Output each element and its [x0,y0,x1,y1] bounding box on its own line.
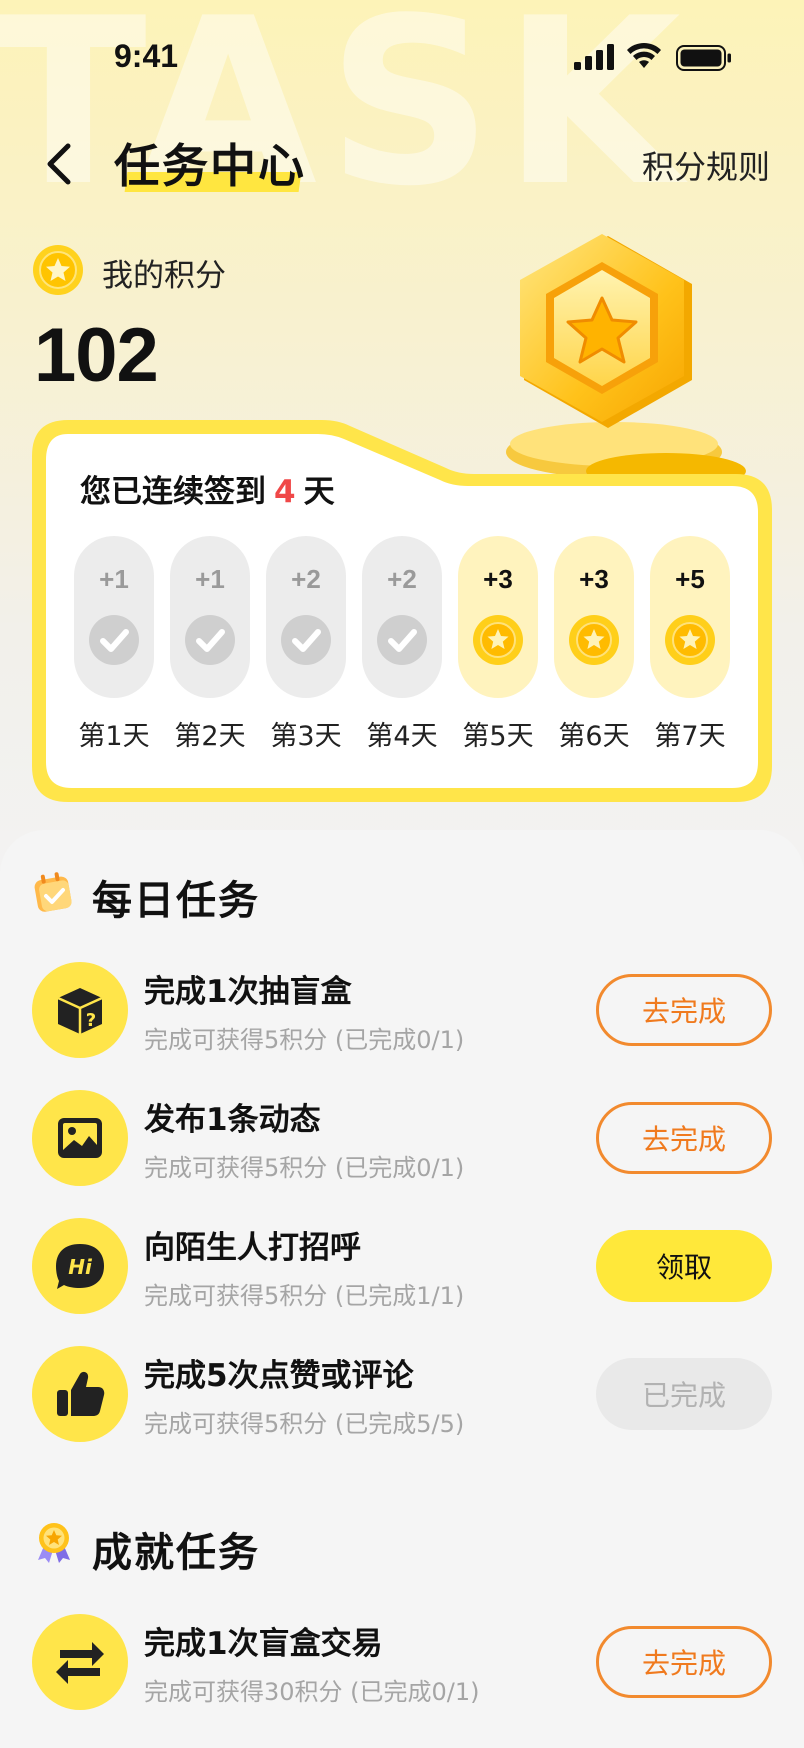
battery-icon [676,45,731,71]
task-item: Hi 向陌生人打招呼 完成可获得5积分 (已完成1/1) 领取 [32,1218,772,1318]
task-name: 向陌生人打招呼 [144,1230,361,1266]
status-time: 9:41 [114,38,179,74]
day-points: +2 [291,564,321,594]
day-points: +3 [579,564,609,594]
task-desc: 完成可获得5积分 (已完成0/1) [144,1026,465,1054]
day-pill: +2 [266,536,346,698]
checkin-prefix: 您已连续签到 [80,474,266,510]
medal-icon [38,1523,70,1563]
day-points: +1 [99,564,129,594]
checkin-day[interactable]: +2 第4天 [362,536,442,756]
task-desc: 完成可获得5积分 (已完成1/1) [144,1282,465,1310]
check-icon [377,615,427,665]
task-icon-bg [32,1614,128,1710]
page-title-wrap: 任务中心 [114,130,306,200]
day-label: 第2天 [174,721,246,752]
task-icon-bg [32,1346,128,1442]
task-panel: 每日任务 ? 完成1次抽盲盒 完成可获得5积分 (已完成0/1) 去完成 发布1… [0,830,804,1748]
task-name: 完成1次盲盒交易 [144,1626,383,1662]
check-icon [281,615,331,665]
calendar-check-icon [34,872,72,912]
go-complete-button[interactable]: 去完成 [596,974,772,1046]
svg-text:Hi: Hi [68,1255,93,1279]
completed-button: 已完成 [596,1358,772,1430]
checkin-day[interactable]: +3 第6天 [554,536,634,756]
checkin-streak-count: 4 [274,474,296,510]
day-points: +5 [675,564,705,594]
day-pill: +2 [362,536,442,698]
mystery-box-icon: ? [57,988,103,1034]
day-pill: +1 [74,536,154,698]
svg-text:?: ? [86,1010,96,1031]
day-label: 第6天 [558,721,630,752]
claim-button[interactable]: 领取 [596,1230,772,1302]
coin-icon [569,615,619,665]
day-label: 第1天 [78,721,150,752]
points-value: 102 [34,313,159,398]
task-desc: 完成可获得5积分 (已完成5/5) [144,1410,465,1438]
day-points: +1 [195,564,225,594]
task-item: ? 完成1次抽盲盒 完成可获得5积分 (已完成0/1) 去完成 [32,962,772,1062]
coin-icon [473,615,523,665]
check-icon [89,615,139,665]
task-icon-bg: Hi [32,1218,128,1314]
exchange-icon [56,1642,104,1684]
checkin-card: 您已连续签到 4 天 +1 第1天 +1 第2天 +2 第3天 +2 第4天 +… [32,420,772,802]
task-name: 完成5次点赞或评论 [144,1358,414,1394]
page-title: 任务中心 [114,139,306,193]
checkin-suffix: 天 [303,474,335,510]
check-icon [185,615,235,665]
task-item: 发布1条动态 完成可获得5积分 (已完成0/1) 去完成 [32,1090,772,1190]
day-points: +3 [483,564,513,594]
checkin-day[interactable]: +3 第5天 [458,536,538,756]
day-points: +2 [387,564,417,594]
achievement-tasks-title: 成就任务 [92,1530,260,1576]
coin-icon [665,615,715,665]
task-icon-bg: ? [32,962,128,1058]
image-icon [58,1118,102,1158]
task-desc: 完成可获得30积分 (已完成0/1) [144,1678,480,1706]
day-pill: +1 [170,536,250,698]
back-arrow-icon[interactable] [40,140,80,188]
checkin-streak-text: 您已连续签到 4 天 [80,466,335,511]
day-label: 第3天 [270,721,342,752]
task-name: 发布1条动态 [144,1102,321,1138]
day-pill: +3 [554,536,634,698]
checkin-day[interactable]: +1 第1天 [74,536,154,756]
go-complete-button[interactable]: 去完成 [596,1102,772,1174]
task-item: 完成1次盲盒交易 完成可获得30积分 (已完成0/1) 去完成 [32,1614,772,1714]
day-pill: +3 [458,536,538,698]
task-name: 完成1次抽盲盒 [144,974,352,1010]
points-rules-link[interactable]: 积分规则 [642,142,770,188]
task-desc: 完成可获得5积分 (已完成0/1) [144,1154,465,1182]
day-label: 第5天 [462,721,534,752]
my-points-label: 我的积分 [102,258,226,294]
day-label: 第7天 [654,721,726,752]
cellular-signal-icon [574,44,614,70]
coin-icon [33,245,83,295]
day-pill: +5 [650,536,730,698]
checkin-day[interactable]: +2 第3天 [266,536,346,756]
hi-chat-icon: Hi [56,1244,104,1289]
go-complete-button[interactable]: 去完成 [596,1626,772,1698]
task-item: 完成5次点赞或评论 完成可获得5积分 (已完成5/5) 已完成 [32,1346,772,1446]
thumbs-up-icon [57,1371,105,1416]
checkin-day[interactable]: +5 第7天 [650,536,730,756]
day-label: 第4天 [366,721,438,752]
status-bar: 9:41 [0,0,804,110]
checkin-day[interactable]: +1 第2天 [170,536,250,756]
task-icon-bg [32,1090,128,1186]
wifi-icon [627,42,661,68]
checkin-days: +1 第1天 +1 第2天 +2 第3天 +2 第4天 +3 第5天 +3 第6… [74,536,734,756]
daily-tasks-title: 每日任务 [92,878,260,924]
